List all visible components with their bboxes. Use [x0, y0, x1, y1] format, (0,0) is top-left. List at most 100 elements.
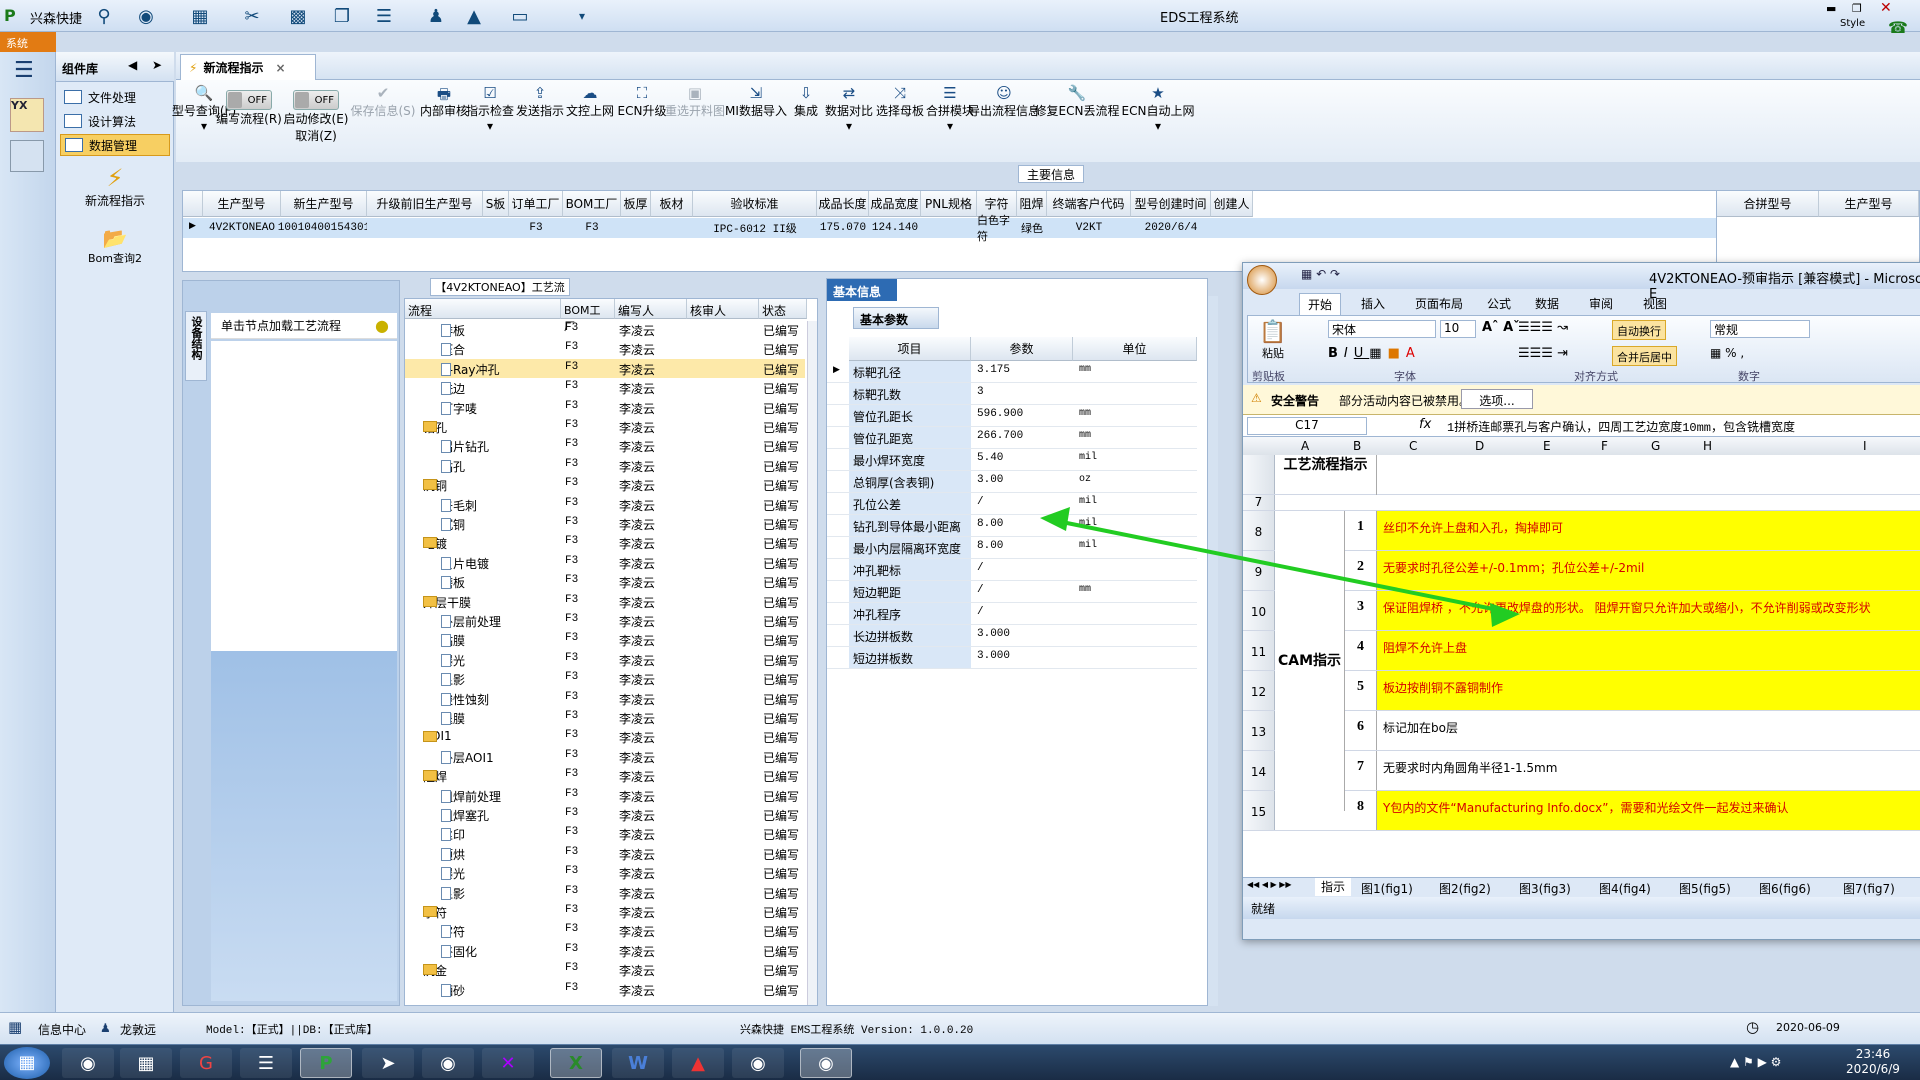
- tree-node[interactable]: 铣边: [441, 380, 465, 397]
- tree-node[interactable]: −字符: [423, 904, 447, 921]
- ribbon-tab[interactable]: 审阅: [1589, 295, 1613, 312]
- toolbar-button[interactable]: ⇩ 集成: [788, 80, 824, 162]
- table-cell[interactable]: 175.070: [817, 218, 869, 238]
- tree-row[interactable]: 字符 F3 李凌云 已编写: [405, 921, 805, 940]
- restore-icon[interactable]: ❐: [1852, 2, 1862, 15]
- tree-node[interactable]: −沉铜: [423, 477, 447, 494]
- tree-row[interactable]: 显影 F3 李凌云 已编写: [405, 669, 805, 688]
- formula-input[interactable]: 1拼桥连邮票孔与客户确认，四周工艺边宽度10mm，包含铣槽宽度: [1447, 418, 1795, 435]
- column-header[interactable]: 参数: [971, 337, 1073, 361]
- item-number-cell[interactable]: 8: [1345, 791, 1377, 830]
- table-cell[interactable]: V2KT: [1047, 218, 1131, 238]
- tree-row[interactable]: 排板 F3 李凌云 已编写: [405, 320, 805, 339]
- ribbon-tab[interactable]: 插入: [1361, 295, 1385, 312]
- merge-center-button[interactable]: 合并后居中: [1612, 346, 1677, 366]
- ribbon-tab[interactable]: 公式: [1487, 295, 1511, 312]
- scissors-icon[interactable]: ✂: [240, 4, 264, 28]
- collapse-icon[interactable]: ◀: [128, 58, 137, 72]
- instruction-cell[interactable]: 丝印不允许上盘和入孔，掏掉即可: [1377, 511, 1920, 550]
- tree-node[interactable]: 预烘: [441, 846, 465, 863]
- column-header[interactable]: G: [1651, 439, 1660, 453]
- sheet-tab[interactable]: 图5(fig5): [1679, 880, 1731, 897]
- info-center[interactable]: 信息中心: [38, 1021, 86, 1038]
- table-cell[interactable]: [1211, 218, 1253, 238]
- pin-icon[interactable]: ➤: [152, 58, 162, 72]
- instruction-cell[interactable]: 阻焊不允许上盘: [1377, 631, 1920, 670]
- toolbar-button[interactable]: ☑ 指示检查 ▾: [466, 80, 514, 162]
- tree-row[interactable]: −外层干膜 F3 李凌云 已编写: [405, 592, 805, 611]
- toggle-switch[interactable]: OFF: [293, 90, 339, 110]
- tree-node[interactable]: 字符: [441, 923, 465, 940]
- column-header[interactable]: 流程: [405, 299, 561, 319]
- tree-node[interactable]: −钻孔: [423, 419, 447, 436]
- column-header[interactable]: C: [1409, 439, 1417, 453]
- menu-item-file[interactable]: 文件处理: [60, 86, 170, 108]
- camera-icon[interactable]: ◉: [732, 1048, 784, 1078]
- cam-label-cell[interactable]: CAM指示: [1275, 511, 1345, 811]
- toolbar-button[interactable]: ☺ 导出流程信息: [968, 80, 1040, 162]
- param-row[interactable]: 冲孔程序 /: [827, 603, 1197, 625]
- toolbar-button[interactable]: ★ ECN自动上网 ▾: [1122, 80, 1195, 162]
- chevron-down-icon[interactable]: ▾: [487, 119, 493, 133]
- row-number[interactable]: 15: [1243, 791, 1275, 830]
- instruction-cell[interactable]: 标记加在bo层: [1377, 711, 1920, 750]
- tree-row[interactable]: 负片电镀 F3 李凌云 已编写: [405, 553, 805, 572]
- tree-row[interactable]: 铝片钻孔 F3 李凌云 已编写: [405, 436, 805, 455]
- user-icon[interactable]: ♟: [424, 4, 448, 28]
- column-header[interactable]: 成品长度: [817, 191, 869, 217]
- toolbar-button[interactable]: ✔ 保存信息(S): [350, 80, 416, 162]
- tree-row[interactable]: 打字唛 F3 李凌云 已编写: [405, 398, 805, 417]
- tray-icons[interactable]: ▲ ⚑ ▶ ⚙: [1730, 1055, 1781, 1069]
- table-cell[interactable]: 绿色: [1017, 218, 1047, 238]
- vertical-tab[interactable]: 设备结构: [185, 311, 207, 381]
- tree-row[interactable]: −AOI1 F3 李凌云 已编写: [405, 727, 805, 746]
- toolbar-button[interactable]: OFF 编写流程(R): [216, 80, 282, 162]
- column-header[interactable]: 编写人: [615, 299, 687, 319]
- param-row[interactable]: 孔位公差 / mil: [827, 493, 1197, 515]
- tree-node[interactable]: 磨板: [441, 574, 465, 591]
- column-header[interactable]: 板材: [651, 191, 693, 217]
- tree-node[interactable]: 沉铜: [441, 516, 465, 533]
- sheet-tab[interactable]: 图3(fig3): [1519, 880, 1571, 897]
- style-label[interactable]: Style: [1840, 18, 1865, 29]
- merge-grid[interactable]: 合拼型号 生产型号: [1716, 190, 1920, 272]
- column-header[interactable]: 板厚: [621, 191, 651, 217]
- sheet-tab[interactable]: 图2(fig2): [1439, 880, 1491, 897]
- tree-row[interactable]: 磨板 F3 李凌云 已编写: [405, 572, 805, 591]
- tree-row[interactable]: −电镀 F3 李凌云 已编写: [405, 533, 805, 552]
- table-cell[interactable]: [921, 218, 977, 238]
- sheet-tab[interactable]: 图6(fig6): [1759, 880, 1811, 897]
- excel-icon[interactable]: X: [550, 1048, 602, 1078]
- chevron-down-icon[interactable]: ▾: [947, 119, 953, 133]
- table-cell[interactable]: 10010400154301: [278, 218, 370, 238]
- tree-row[interactable]: X-Ray冲孔 F3 李凌云 已编写: [405, 358, 805, 378]
- param-row[interactable]: 短边靶距 / mm: [827, 581, 1197, 603]
- param-value[interactable]: 3.00: [977, 474, 1003, 486]
- tree-row[interactable]: 预烘 F3 李凌云 已编写: [405, 844, 805, 863]
- param-value[interactable]: 8.00: [977, 540, 1003, 552]
- tree-node[interactable]: −AOI1: [423, 729, 452, 743]
- column-header[interactable]: 型号创建时间: [1131, 191, 1211, 217]
- sheet-tab[interactable]: 图7(fig7): [1843, 880, 1895, 897]
- table-cell[interactable]: 2020/6/4: [1131, 218, 1211, 238]
- x-app-icon[interactable]: ✕: [482, 1048, 534, 1078]
- table-cell[interactable]: [367, 218, 483, 238]
- quick-bom-query[interactable]: 📂 Bom查询2: [56, 226, 174, 276]
- tree-node[interactable]: −电镀: [423, 535, 447, 552]
- param-value[interactable]: 596.900: [977, 408, 1023, 420]
- chevron-down-icon[interactable]: ▾: [846, 119, 852, 133]
- toolbar-button[interactable]: ☰ 合拼模块 ▾: [926, 80, 974, 162]
- row-number[interactable]: 14: [1243, 751, 1275, 790]
- phone-icon[interactable]: ☎: [1888, 18, 1908, 37]
- chevron-down-icon[interactable]: ▾: [201, 119, 207, 133]
- toolbar-button[interactable]: ⤨ 选择母板: [876, 80, 924, 162]
- table-cell[interactable]: [621, 218, 651, 238]
- minimize-icon[interactable]: ▬: [1826, 2, 1836, 15]
- tree-node[interactable]: 显影: [441, 671, 465, 688]
- tree-row[interactable]: 曝光 F3 李凌云 已编写: [405, 650, 805, 669]
- toolbar-button[interactable]: ⇪ 发送指示: [516, 80, 564, 162]
- item-number-cell[interactable]: 2: [1345, 551, 1377, 590]
- number-format-select[interactable]: 常规: [1710, 320, 1810, 338]
- hamburger-icon[interactable]: ☰: [14, 58, 34, 83]
- row-number[interactable]: 9: [1243, 551, 1275, 590]
